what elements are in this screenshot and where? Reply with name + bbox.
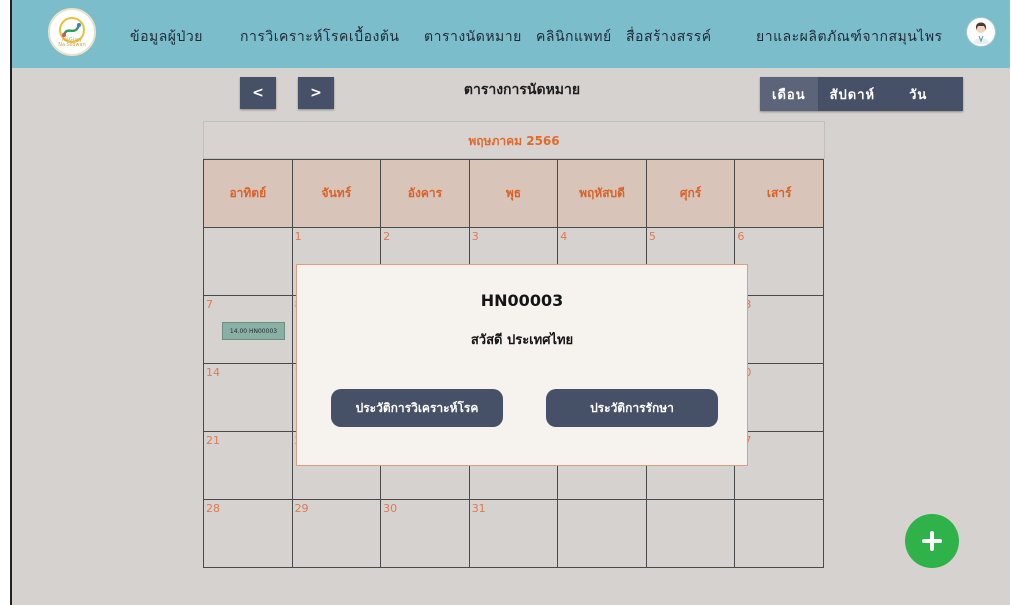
weekday-monday: จันทร์	[291, 159, 382, 228]
weekday-thursday: พฤหัสบดี	[557, 159, 647, 228]
calendar-day-cell[interactable]: 13	[734, 295, 824, 364]
nav-clinic[interactable]: คลินิกแพทย์	[536, 26, 612, 48]
weekday-saturday: เสาร์	[734, 159, 824, 228]
weekday-sunday: อาทิตย์	[203, 159, 293, 228]
calendar-day-cell[interactable]: 7 14.00 HN00003	[203, 295, 293, 364]
day-number: 2	[383, 230, 391, 243]
app-frame: NaGuay Na Ssowan ข้อมูลผู้ป่วย การวิเครา…	[10, 0, 1010, 605]
logo-text: NaGuay Na Ssowan	[58, 37, 86, 48]
top-nav-bar: NaGuay Na Ssowan ข้อมูลผู้ป่วย การวิเครา…	[12, 0, 1010, 68]
doctor-avatar[interactable]	[966, 17, 996, 47]
plus-icon	[922, 531, 942, 551]
doctor-avatar-icon	[973, 22, 989, 44]
calendar-day-cell[interactable]	[734, 499, 824, 568]
month-label: พฤษภาคม 2566	[203, 121, 825, 159]
weekday-header-row: อาทิตย์ จันทร์ อังคาร พุธ พฤหัสบดี ศุกร์…	[203, 159, 824, 228]
day-number: 31	[471, 502, 486, 515]
view-day-button[interactable]: วัน	[887, 84, 939, 105]
appointment-event[interactable]: 14.00 HN00003	[222, 322, 285, 340]
day-number: 5	[648, 230, 656, 243]
appointment-modal: HN00003 สวัสดี ประเทศไทย ประวัติการวิเคร…	[296, 264, 748, 466]
calendar-day-cell[interactable]: 21	[203, 431, 293, 500]
weekday-friday: ศุกร์	[645, 159, 736, 228]
calendar-day-cell[interactable]: 20	[734, 363, 824, 432]
weekday-tuesday: อังคาร	[380, 159, 470, 228]
calendar-day-cell[interactable]: 31	[468, 499, 559, 568]
day-number: 30	[383, 502, 398, 515]
nav-creative-media[interactable]: สื่อสร้างสรรค์	[626, 26, 712, 48]
day-number: 3	[471, 230, 479, 243]
day-number: 4	[560, 230, 568, 243]
day-number: 28	[206, 502, 220, 515]
nav-appointments[interactable]: ตารางนัดหมาย	[424, 26, 522, 48]
calendar-day-cell[interactable]: 28	[203, 499, 293, 568]
nav-herbal-products[interactable]: ยาและผลิตภัณฑ์จากสมุนไพร	[756, 26, 943, 48]
day-number: 29	[294, 502, 309, 515]
treatment-history-button[interactable]: ประวัติการรักษา	[546, 389, 718, 427]
calendar-day-cell[interactable]: 29	[291, 499, 382, 568]
calendar-day-cell[interactable]	[203, 227, 293, 296]
view-switch: เดือน สัปดาห์ วัน	[760, 77, 963, 111]
next-month-button[interactable]: >	[298, 77, 334, 109]
add-appointment-button[interactable]	[905, 514, 959, 568]
calendar-day-cell[interactable]: 27	[734, 431, 824, 500]
prev-month-button[interactable]: <	[240, 77, 276, 109]
nav-patient-info[interactable]: ข้อมูลผู้ป่วย	[130, 26, 203, 48]
calendar-day-cell[interactable]	[557, 499, 647, 568]
day-number: 21	[206, 434, 220, 447]
day-number: 1	[294, 230, 302, 243]
day-number: 6	[737, 230, 745, 243]
modal-patient-name: สวัสดี ประเทศไทย	[470, 333, 574, 348]
calendar-day-cell[interactable]: 14	[203, 363, 293, 432]
nav-diagnosis[interactable]: การวิเคราะห์โรคเบื้องต้น	[240, 26, 399, 48]
app-logo[interactable]: NaGuay Na Ssowan	[48, 8, 96, 56]
diagnosis-history-button[interactable]: ประวัติการวิเคราะห์โรค	[331, 389, 503, 427]
page-title: ตารางการนัดหมาย	[463, 82, 581, 98]
calendar-day-cell[interactable]	[645, 499, 736, 568]
day-number: 7	[206, 298, 213, 311]
view-week-button[interactable]: สัปดาห์	[818, 84, 888, 105]
day-number: 14	[206, 366, 220, 379]
modal-patient-id: HN00003	[480, 291, 564, 310]
view-month-button[interactable]: เดือน	[760, 77, 818, 111]
calendar-day-cell[interactable]: 6	[734, 227, 824, 296]
weekday-wednesday: พุธ	[468, 159, 559, 228]
calendar-week-row: 28 29 30 31	[203, 499, 824, 568]
calendar-day-cell[interactable]: 30	[380, 499, 470, 568]
